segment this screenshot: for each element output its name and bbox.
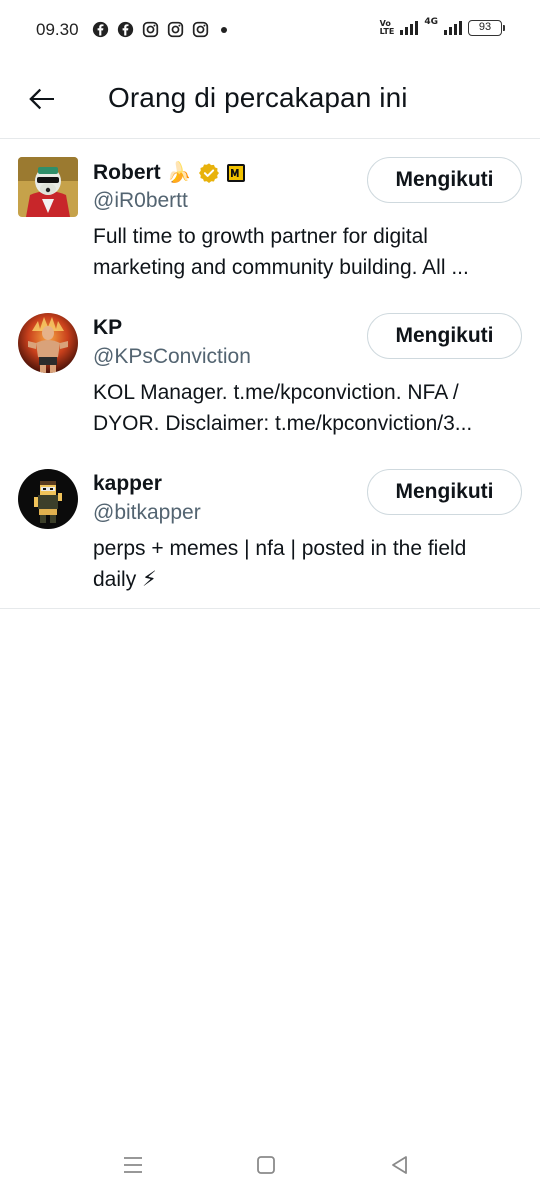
banana-emoji: 🍌	[166, 162, 192, 184]
user-handle[interactable]: @bitkapper	[93, 501, 201, 525]
list-item[interactable]: Robert 🍌 @iR0bertt Full time to growth p…	[0, 140, 540, 296]
bio-line: KOL Manager. t.me/kpconviction. NFA /	[93, 381, 459, 404]
list-item[interactable]: KP @KPsConviction KOL Manager. t.me/kpco…	[0, 296, 540, 452]
instagram-icon	[142, 21, 159, 38]
avatar[interactable]	[18, 157, 78, 217]
bio-line: marketing and community building. All ..…	[93, 256, 469, 279]
following-button[interactable]: Mengikuti	[367, 469, 522, 515]
bio-line: perps + memes | nfa | posted in the fiel…	[93, 537, 467, 560]
status-time: 09.30	[36, 20, 79, 39]
status-bar: 09.30 Vo LTE 4G 93	[0, 0, 540, 62]
avatar[interactable]	[18, 469, 78, 529]
back-icon[interactable]	[384, 1150, 414, 1180]
facebook-icon	[92, 21, 109, 38]
verified-badge-icon	[198, 162, 219, 183]
back-arrow-icon[interactable]	[24, 81, 60, 117]
display-name[interactable]: Robert	[93, 161, 161, 185]
avatar[interactable]	[18, 313, 78, 373]
user-handle[interactable]: @KPsConviction	[93, 345, 251, 369]
user-handle[interactable]: @iR0bertt	[93, 189, 188, 213]
list-item[interactable]: kapper @bitkapper perps + memes | nfa | …	[0, 452, 540, 608]
system-nav-bar	[0, 1132, 540, 1200]
user-list: Robert 🍌 @iR0bertt Full time to growth p…	[0, 140, 540, 609]
user-bio: Full time to growth partner for digital …	[93, 221, 521, 283]
home-icon[interactable]	[251, 1150, 281, 1180]
name-row: KP	[93, 316, 122, 340]
signal-icon	[444, 21, 462, 35]
following-button[interactable]: Mengikuti	[367, 313, 522, 359]
network-type: 4G	[424, 17, 438, 27]
user-bio: KOL Manager. t.me/kpconviction. NFA / DY…	[93, 377, 521, 439]
bio-line: daily ⚡	[93, 568, 157, 591]
battery-icon: 93	[468, 20, 505, 36]
signal-icon	[400, 21, 419, 35]
affiliate-badge-icon	[226, 163, 245, 182]
volte-indicator: Vo LTE	[379, 19, 395, 36]
notification-icons	[92, 21, 227, 38]
display-name[interactable]: kapper	[93, 472, 162, 496]
bio-line: DYOR. Disclaimer: t.me/kpconviction/3...	[93, 412, 473, 435]
following-button[interactable]: Mengikuti	[367, 157, 522, 203]
menu-icon[interactable]	[118, 1150, 148, 1180]
instagram-icon	[167, 21, 184, 38]
more-notifications-dot	[221, 26, 227, 33]
name-row: Robert 🍌	[93, 160, 246, 185]
display-name[interactable]: KP	[93, 316, 122, 340]
system-indicators: Vo LTE 4G 93	[379, 17, 505, 36]
instagram-icon	[192, 21, 209, 38]
page-title: Orang di percakapan ini	[108, 82, 408, 113]
bio-line: Full time to growth partner for digital	[93, 225, 428, 248]
name-row: kapper	[93, 472, 162, 496]
page-header: Orang di percakapan ini	[0, 62, 540, 139]
facebook-icon	[117, 21, 134, 38]
user-bio: perps + memes | nfa | posted in the fiel…	[93, 533, 521, 595]
